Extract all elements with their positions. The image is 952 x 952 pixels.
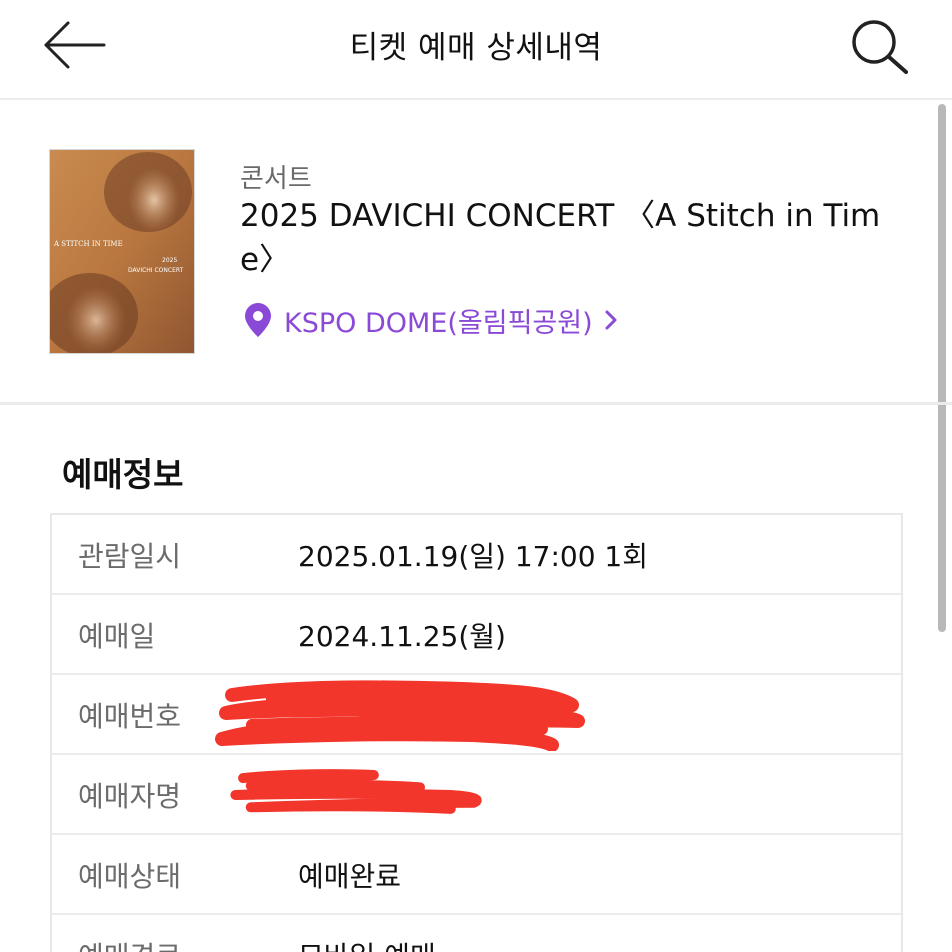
page-title: 티켓 예매 상세내역 bbox=[349, 30, 603, 66]
row-label: 예매자명 bbox=[78, 780, 182, 813]
chevron-right-icon bbox=[605, 310, 617, 330]
table-row: 예매일 2024.11.25(월) bbox=[52, 595, 901, 675]
search-icon bbox=[852, 20, 908, 74]
event-category: 콘서트 bbox=[240, 164, 312, 194]
row-label: 예매일 bbox=[78, 620, 156, 653]
booking-detail-screen: 티켓 예매 상세내역 A STITCH IN TIME 2025 DAVICHI… bbox=[0, 0, 952, 952]
venue-link[interactable]: KSPO DOME(올림픽공원) bbox=[244, 300, 619, 340]
venue-name: KSPO DOME(올림픽공원) bbox=[284, 307, 593, 339]
row-value: 모바일 예매 bbox=[298, 935, 436, 952]
row-value: 예매완료 bbox=[298, 860, 402, 893]
poster-text-year: 2025 bbox=[162, 257, 177, 264]
row-value: 2025.01.19(일) 17:00 1회 bbox=[298, 540, 648, 573]
row-label: 관람일시 bbox=[78, 540, 182, 573]
table-row: 예매번호 bbox=[52, 675, 901, 755]
location-pin-icon bbox=[245, 303, 271, 337]
poster-text-concert: DAVICHI CONCERT bbox=[128, 267, 184, 274]
row-label: 예매경로 bbox=[78, 935, 181, 952]
section-divider bbox=[0, 402, 952, 405]
event-poster[interactable]: A STITCH IN TIME 2025 DAVICHI CONCERT bbox=[49, 149, 195, 354]
redaction-scribble bbox=[230, 769, 482, 814]
redaction-scribble bbox=[215, 680, 585, 751]
table-row: 예매경로 모바일 예매 bbox=[52, 915, 901, 952]
search-button[interactable] bbox=[846, 14, 914, 78]
poster-image: A STITCH IN TIME 2025 DAVICHI CONCERT bbox=[50, 150, 194, 353]
table-row: 예매자명 bbox=[52, 755, 901, 835]
booking-info-table: 관람일시 2025.01.19(일) 17:00 1회 예매일 2024.11.… bbox=[50, 513, 903, 952]
table-row: 관람일시 2025.01.19(일) 17:00 1회 bbox=[52, 515, 901, 595]
event-summary: A STITCH IN TIME 2025 DAVICHI CONCERT 콘서… bbox=[0, 100, 952, 402]
row-label: 예매번호 bbox=[78, 700, 182, 733]
event-title: 2025 DAVICHI CONCERT 〈A Stitch in Time〉 bbox=[240, 198, 881, 278]
table-row: 예매상태 예매완료 bbox=[52, 835, 901, 915]
row-label: 예매상태 bbox=[78, 860, 182, 893]
poster-text-tagline: A STITCH IN TIME bbox=[53, 240, 123, 248]
row-value: 2024.11.25(월) bbox=[298, 620, 506, 653]
app-header: 티켓 예매 상세내역 bbox=[0, 0, 952, 100]
booking-info-title: 예매정보 bbox=[62, 455, 184, 494]
